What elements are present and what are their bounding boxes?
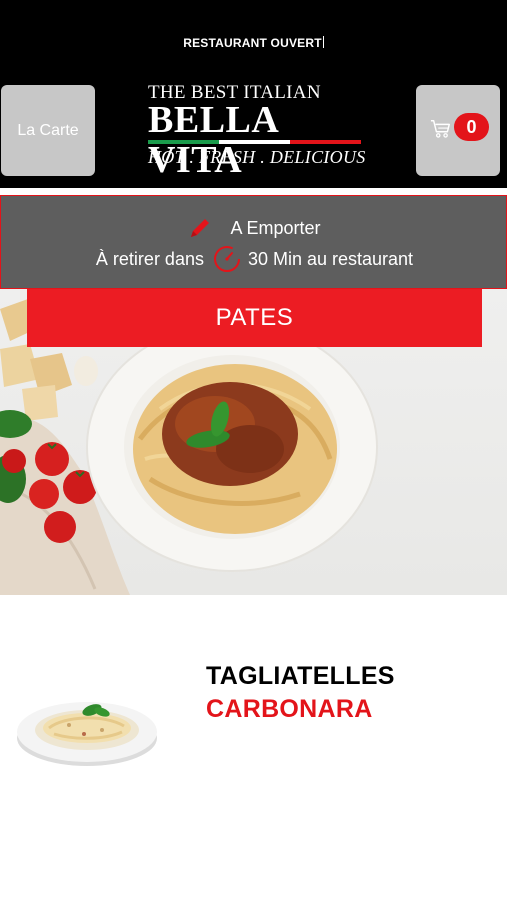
category-name: PATES [215,304,294,331]
logo-slogan: HOT . FRESH . DELICIOUS [148,147,366,167]
restaurant-status-text: RESTAURANT OUVERT [183,36,322,50]
item-subtitle[interactable]: CARBONARA [206,695,373,724]
brand-logo: THE BEST ITALIAN BELLA VITA HOT . FRESH … [140,80,368,180]
order-mode-label: A Emporter [230,217,321,238]
header-divider [0,188,507,195]
order-mode-row: A Emporter [1,216,507,240]
cart-button[interactable]: 0 [416,85,500,176]
header-bar: RESTAURANT OUVERT La Carte THE BEST ITAL… [0,0,507,188]
order-mode-panel[interactable]: A Emporter À retirer dans 30 Min au rest… [0,195,507,289]
restaurant-status: RESTAURANT OUVERT [0,36,507,50]
menu-button-label: La Carte [17,121,79,139]
pickup-time-row: À retirer dans 30 Min au restaurant [1,244,507,274]
carbonara-dish-image[interactable] [14,690,160,770]
cart-icon [430,120,450,138]
item-title[interactable]: TAGLIATELLES [206,662,395,691]
timer-icon [213,246,240,272]
pencil-icon [191,219,210,237]
cart-count-badge: 0 [454,113,489,141]
pickup-prefix: À retirer dans [95,248,204,269]
menu-button[interactable]: La Carte [1,85,95,176]
italian-flag-stripe [148,140,361,144]
category-banner-pates[interactable]: PATES [27,289,482,347]
pickup-time: 30 Min au restaurant [247,248,414,269]
text-caret [322,36,324,48]
